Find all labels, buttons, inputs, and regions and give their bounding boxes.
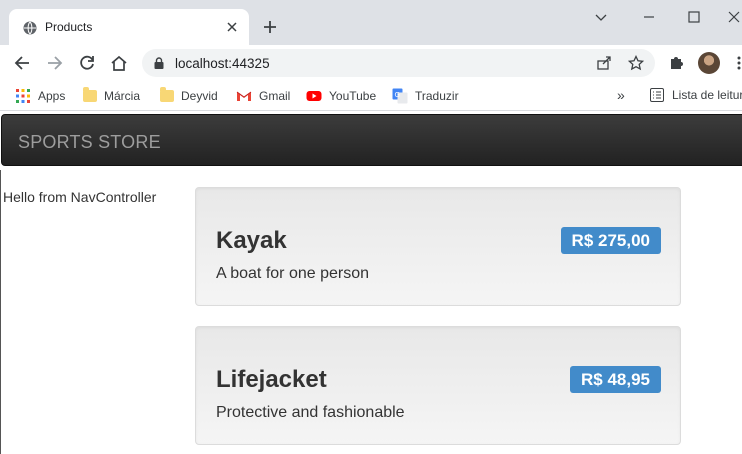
apps-grid-icon bbox=[16, 89, 30, 103]
bookmark-youtube[interactable]: YouTube bbox=[306, 88, 376, 104]
product-card: Kayak R$ 275,00 A boat for one person bbox=[195, 187, 681, 306]
new-tab-icon[interactable] bbox=[262, 19, 278, 35]
folder-icon bbox=[160, 87, 174, 102]
bookmark-label: Deyvid bbox=[181, 89, 218, 103]
close-window-icon[interactable] bbox=[726, 9, 742, 25]
reload-icon[interactable] bbox=[77, 53, 97, 73]
bookmark-deyvid[interactable]: Deyvid bbox=[160, 87, 218, 104]
gmail-icon bbox=[236, 91, 252, 101]
tab-title: Products bbox=[45, 20, 93, 34]
page-viewport: SPORTS STORE Hello from NavController Ka… bbox=[0, 112, 742, 454]
bookmark-star-icon[interactable] bbox=[628, 55, 644, 71]
tab-strip: Products bbox=[0, 0, 742, 45]
bookmark-gmail[interactable]: Gmail bbox=[236, 88, 290, 104]
price-badge: R$ 48,95 bbox=[570, 366, 661, 393]
product-card: Lifejacket R$ 48,95 Protective and fashi… bbox=[195, 326, 681, 445]
bookmark-apps[interactable]: Apps bbox=[15, 88, 65, 104]
product-description: Protective and fashionable bbox=[216, 404, 405, 421]
address-bar[interactable]: localhost:44325 bbox=[142, 49, 655, 77]
site-brand[interactable]: SPORTS STORE bbox=[18, 132, 161, 153]
site-navbar: SPORTS STORE bbox=[1, 114, 742, 166]
minimize-icon[interactable] bbox=[641, 9, 657, 25]
forward-arrow-icon[interactable] bbox=[45, 53, 65, 73]
svg-text:G: G bbox=[395, 91, 400, 99]
globe-icon bbox=[23, 21, 37, 35]
bookmarks-bar: Apps Márcia Deyvid Gmail YouTube G Tradu… bbox=[0, 81, 742, 111]
bookmark-label: Traduzir bbox=[415, 89, 459, 103]
bookmark-marcia[interactable]: Márcia bbox=[83, 87, 141, 104]
product-name: Lifejacket bbox=[216, 366, 327, 393]
browser-tab[interactable]: Products bbox=[9, 9, 249, 45]
product-name: Kayak bbox=[216, 227, 287, 254]
youtube-icon bbox=[306, 91, 322, 101]
close-tab-icon[interactable] bbox=[225, 20, 239, 34]
nav-message: Hello from NavController bbox=[3, 189, 157, 205]
home-icon[interactable] bbox=[109, 53, 129, 73]
back-arrow-icon[interactable] bbox=[12, 53, 32, 73]
lock-icon[interactable] bbox=[154, 57, 164, 69]
extensions-puzzle-icon[interactable] bbox=[668, 53, 686, 71]
bookmark-label: YouTube bbox=[329, 89, 377, 103]
folder-icon bbox=[83, 87, 97, 102]
menu-kebab-icon[interactable] bbox=[736, 55, 742, 71]
left-divider bbox=[0, 170, 1, 454]
bookmark-label: Márcia bbox=[104, 89, 141, 103]
bookmark-label: Gmail bbox=[259, 89, 291, 103]
url-text[interactable]: localhost:44325 bbox=[175, 56, 270, 71]
google-translate-icon: G bbox=[392, 88, 408, 104]
reading-list-label[interactable]: Lista de leitura bbox=[672, 88, 742, 102]
bookmarks-overflow-button[interactable]: » bbox=[617, 87, 625, 103]
tab-search-chevron-icon[interactable] bbox=[593, 9, 609, 25]
product-description: A boat for one person bbox=[216, 265, 369, 282]
maximize-icon[interactable] bbox=[686, 9, 702, 25]
profile-avatar[interactable] bbox=[698, 52, 720, 74]
share-icon[interactable] bbox=[596, 55, 612, 71]
bookmark-label: Apps bbox=[38, 89, 66, 103]
bookmark-traduzir[interactable]: G Traduzir bbox=[392, 88, 459, 104]
browser-toolbar: localhost:44325 bbox=[0, 45, 742, 81]
reading-list-icon[interactable] bbox=[650, 88, 664, 102]
price-badge: R$ 275,00 bbox=[560, 227, 661, 254]
